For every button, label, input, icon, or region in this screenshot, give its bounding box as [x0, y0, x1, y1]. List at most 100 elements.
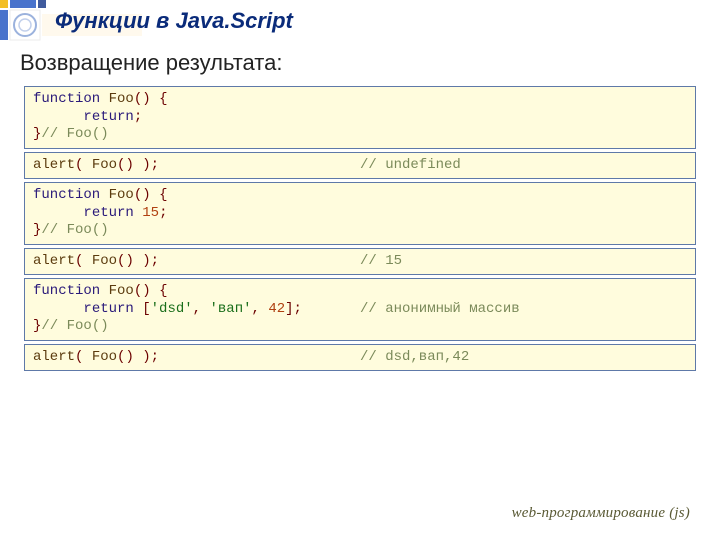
code-token — [151, 91, 159, 107]
code-token: Foo — [92, 253, 117, 269]
code-token — [33, 301, 83, 317]
code-token: { — [159, 283, 167, 299]
code-line: function Foo() { — [33, 91, 687, 109]
code-token: ; — [151, 349, 159, 365]
code-left: alert( Foo() ); — [33, 157, 360, 175]
code-token: ) — [142, 349, 150, 365]
code-line: // undefined — [360, 157, 687, 175]
code-block: alert( Foo() );// undefined — [24, 152, 696, 180]
code-token: Foo — [92, 157, 117, 173]
code-token: // Foo() — [41, 222, 108, 238]
code-line: }// Foo() — [33, 222, 687, 240]
code-token: () — [117, 157, 134, 173]
code-line: alert( Foo() ); — [33, 157, 360, 175]
code-token: // undefined — [360, 157, 461, 173]
code-token: , — [252, 301, 260, 317]
code-block: function Foo() { return ['dsd', 'вап', 4… — [24, 278, 696, 341]
code-line: return; — [33, 109, 687, 127]
code-token: () — [134, 283, 151, 299]
code-right: // анонимный массив — [360, 283, 687, 336]
code-token — [151, 283, 159, 299]
code-token — [33, 205, 83, 221]
code-line: }// Foo() — [33, 126, 687, 144]
code-token: ; — [159, 205, 167, 221]
code-right: // undefined — [360, 157, 687, 175]
code-block: function Foo() { return 15;}// Foo() — [24, 182, 696, 245]
code-token — [33, 109, 83, 125]
code-token: function — [33, 91, 100, 107]
code-token — [100, 91, 108, 107]
code-left: alert( Foo() ); — [33, 253, 360, 271]
code-token: Foo — [109, 187, 134, 203]
code-line: function Foo() { — [33, 187, 687, 205]
code-line: }// Foo() — [33, 318, 360, 336]
code-token: [ — [142, 301, 150, 317]
section-heading: Возвращение результата: — [20, 50, 282, 76]
code-left: function Foo() { return ['dsd', 'вап', 4… — [33, 283, 360, 336]
code-right: // dsd,вап,42 — [360, 349, 687, 367]
code-token: ) — [142, 253, 150, 269]
code-token: Foo — [92, 349, 117, 365]
code-token: function — [33, 283, 100, 299]
code-token: () — [117, 349, 134, 365]
code-token: ; — [294, 301, 302, 317]
code-right: // 15 — [360, 253, 687, 271]
code-token: 'dsd' — [151, 301, 193, 317]
code-token — [100, 283, 108, 299]
code-token: () — [134, 91, 151, 107]
code-blocks: function Foo() { return;}// Foo()alert( … — [24, 86, 696, 371]
code-token — [83, 349, 91, 365]
code-token: // 15 — [360, 253, 402, 269]
code-token — [134, 253, 142, 269]
code-left: alert( Foo() ); — [33, 349, 360, 367]
slide: Функции в Java.Script Возвращение резуль… — [0, 0, 720, 540]
code-block: function Foo() { return;}// Foo() — [24, 86, 696, 149]
code-token — [134, 205, 142, 221]
code-token — [134, 301, 142, 317]
code-token — [134, 349, 142, 365]
code-token: return — [83, 301, 133, 317]
code-token: alert — [33, 349, 75, 365]
code-token: return — [83, 109, 133, 125]
code-token: function — [33, 187, 100, 203]
code-token: { — [159, 91, 167, 107]
code-token — [151, 187, 159, 203]
code-line: // 15 — [360, 253, 687, 271]
code-token: , — [193, 301, 201, 317]
code-token: { — [159, 187, 167, 203]
code-token — [83, 157, 91, 173]
code-block: alert( Foo() );// 15 — [24, 248, 696, 276]
code-token: () — [134, 187, 151, 203]
code-line: alert( Foo() ); — [33, 349, 360, 367]
code-token: // dsd,вап,42 — [360, 349, 469, 365]
code-token: // Foo() — [41, 126, 108, 142]
code-line: alert( Foo() ); — [33, 253, 360, 271]
code-token: ; — [134, 109, 142, 125]
code-token: return — [83, 205, 133, 221]
code-token: Foo — [109, 283, 134, 299]
code-token — [100, 187, 108, 203]
code-line: // анонимный массив — [360, 301, 520, 319]
code-line: return 15; — [33, 205, 687, 223]
code-line: function Foo() { — [33, 283, 360, 301]
code-token: alert — [33, 157, 75, 173]
code-token: ; — [151, 253, 159, 269]
code-token: // Foo() — [41, 318, 108, 334]
code-token: 'вап' — [209, 301, 251, 317]
code-token: () — [117, 253, 134, 269]
code-token — [134, 157, 142, 173]
code-block: alert( Foo() );// dsd,вап,42 — [24, 344, 696, 372]
code-line: // dsd,вап,42 — [360, 349, 687, 367]
code-token: ; — [151, 157, 159, 173]
code-token: 42 — [268, 301, 285, 317]
code-token: // анонимный массив — [360, 301, 520, 317]
page-title: Функции в Java.Script — [55, 8, 293, 34]
code-token: alert — [33, 253, 75, 269]
code-line: return ['dsd', 'вап', 42]; — [33, 301, 360, 319]
code-token — [83, 253, 91, 269]
code-token: Foo — [109, 91, 134, 107]
code-token: ) — [142, 157, 150, 173]
code-token: 15 — [142, 205, 159, 221]
code-token: ] — [285, 301, 293, 317]
footer-text: web-программирование (js) — [512, 505, 690, 522]
